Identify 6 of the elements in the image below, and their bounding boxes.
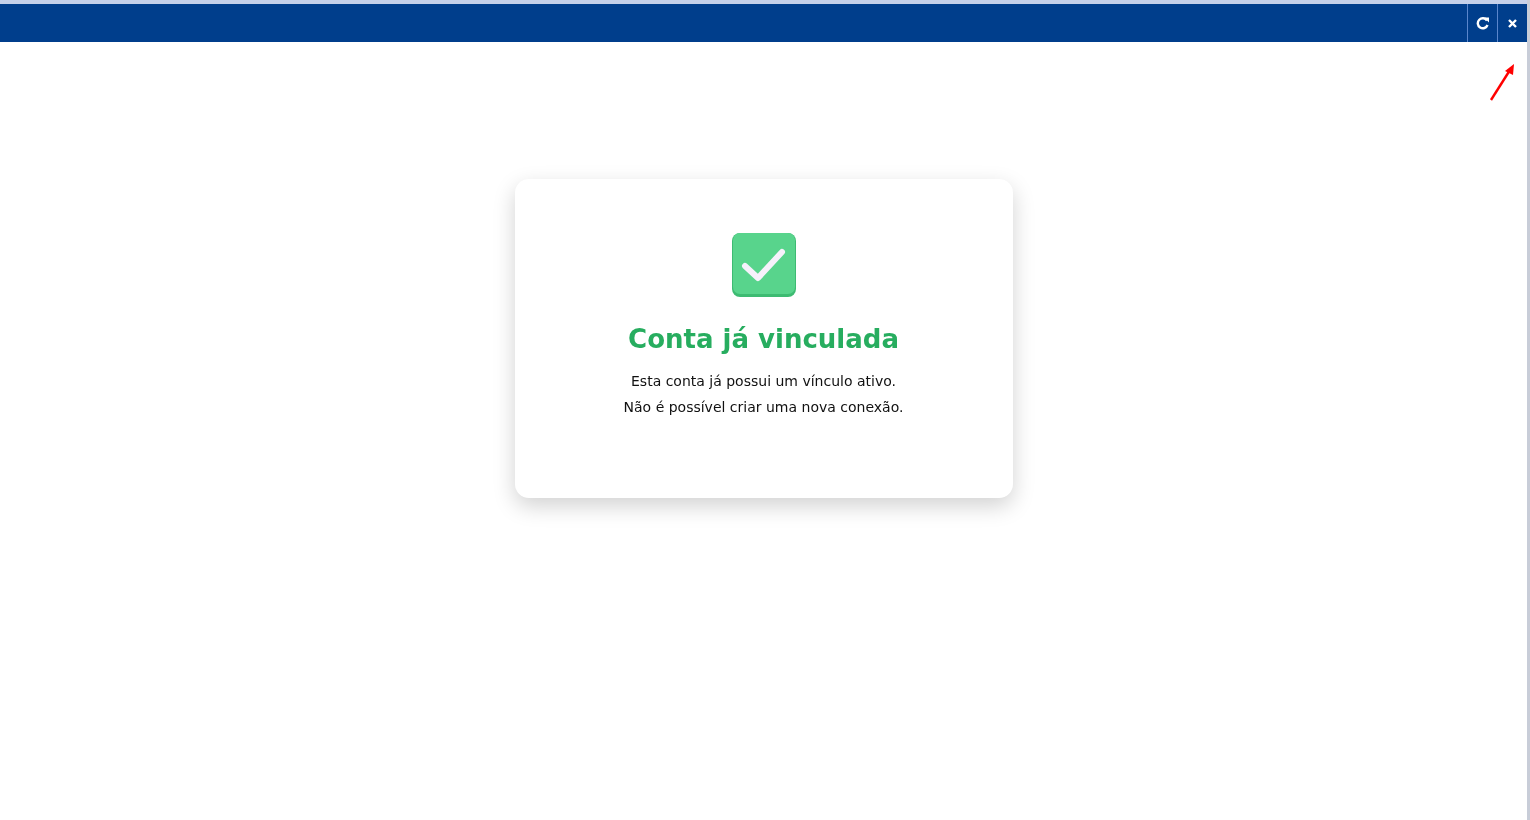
dialog-message: Não é possível criar uma nova conexão. [623, 398, 904, 417]
check-icon [730, 232, 797, 298]
close-icon [1507, 17, 1518, 29]
dialog-message: Esta conta já possui um vínculo ativo. [631, 372, 896, 391]
dialog-title: Conta já vinculada [628, 324, 899, 354]
refresh-icon [1475, 16, 1490, 30]
